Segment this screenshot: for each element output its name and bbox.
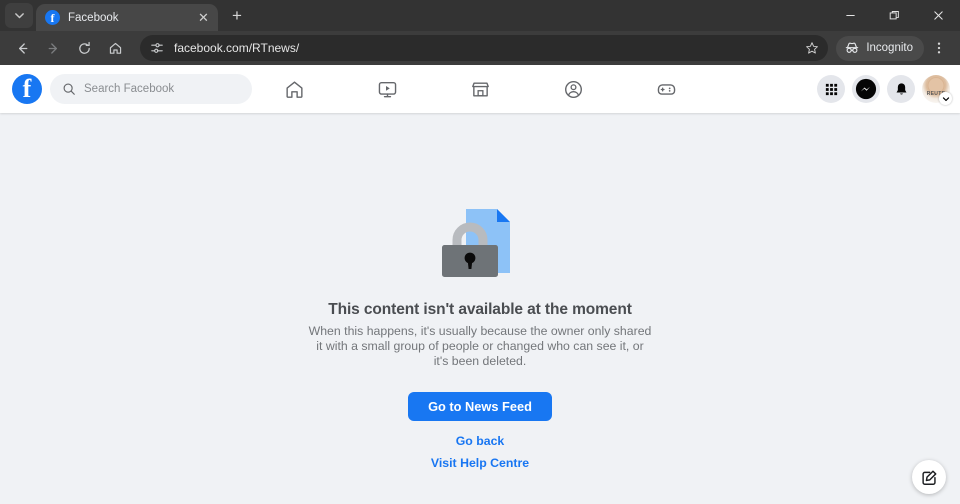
incognito-indicator[interactable]: Incognito bbox=[836, 35, 924, 61]
facebook-favicon: f bbox=[45, 10, 60, 25]
nav-item-gaming[interactable] bbox=[642, 69, 690, 109]
home-button[interactable] bbox=[101, 34, 129, 62]
tab-close-button[interactable]: ✕ bbox=[195, 9, 212, 26]
incognito-label: Incognito bbox=[866, 42, 913, 54]
nav-item-marketplace[interactable] bbox=[456, 69, 504, 109]
star-icon bbox=[806, 42, 819, 54]
close-icon bbox=[933, 11, 943, 20]
tab-search-button[interactable] bbox=[5, 3, 33, 28]
account-menu[interactable]: REUTE bbox=[922, 75, 952, 105]
compose-icon bbox=[921, 469, 936, 485]
incognito-hat-icon bbox=[846, 42, 859, 53]
visit-help-centre-link[interactable]: Visit Help Centre bbox=[431, 456, 529, 470]
menu-grid-button[interactable] bbox=[817, 75, 845, 103]
messenger-icon bbox=[855, 78, 877, 100]
new-tab-button[interactable]: + bbox=[224, 3, 250, 29]
video-icon bbox=[378, 81, 396, 97]
restore-icon bbox=[889, 10, 899, 20]
home-icon bbox=[285, 80, 303, 98]
search-placeholder: Search Facebook bbox=[84, 83, 175, 95]
facebook-logo-icon[interactable]: f bbox=[12, 74, 42, 104]
window-minimize-button[interactable] bbox=[828, 0, 872, 31]
chevron-down-icon bbox=[14, 13, 24, 19]
messenger-button[interactable] bbox=[852, 75, 880, 103]
bell-icon bbox=[896, 82, 906, 94]
locked-document-icon bbox=[435, 203, 525, 279]
window-close-button[interactable] bbox=[916, 0, 960, 31]
nav-item-home[interactable] bbox=[270, 69, 318, 109]
compose-message-button[interactable] bbox=[912, 460, 946, 494]
header-left-group: f Search Facebook bbox=[0, 74, 252, 104]
address-bar-url: facebook.com/RTnews/ bbox=[174, 41, 300, 55]
window-maximize-button[interactable] bbox=[872, 0, 916, 31]
go-to-news-feed-button[interactable]: Go to News Feed bbox=[408, 392, 552, 421]
forward-button[interactable] bbox=[39, 34, 67, 62]
browser-window: f Facebook ✕ + facebook.com/RTnews/ Inco… bbox=[0, 0, 960, 504]
arrow-right-icon bbox=[48, 42, 57, 54]
search-icon bbox=[62, 82, 76, 96]
page-title: This content isn't available at the mome… bbox=[328, 301, 632, 318]
bookmark-button[interactable] bbox=[802, 38, 822, 58]
marketplace-icon bbox=[471, 82, 489, 96]
header-nav bbox=[270, 65, 690, 113]
minimize-icon bbox=[845, 14, 855, 17]
chevron-down-icon[interactable] bbox=[939, 92, 952, 105]
nav-item-groups[interactable] bbox=[549, 69, 597, 109]
home-icon bbox=[109, 42, 121, 54]
go-back-link[interactable]: Go back bbox=[456, 434, 505, 448]
reload-icon bbox=[78, 41, 90, 54]
search-input[interactable]: Search Facebook bbox=[50, 74, 252, 104]
window-controls bbox=[828, 0, 960, 31]
back-button[interactable] bbox=[8, 34, 36, 62]
nav-item-watch[interactable] bbox=[363, 69, 411, 109]
groups-icon bbox=[564, 80, 582, 98]
grid-menu-icon bbox=[825, 83, 837, 95]
browser-menu-button[interactable] bbox=[926, 35, 952, 61]
unavailable-content: This content isn't available at the mome… bbox=[0, 113, 960, 470]
reload-button[interactable] bbox=[70, 34, 98, 62]
page-viewport: f Search Facebook REUTE This content isn… bbox=[0, 65, 960, 504]
browser-toolbar: facebook.com/RTnews/ Incognito bbox=[0, 31, 960, 65]
notifications-button[interactable] bbox=[887, 75, 915, 103]
gaming-icon bbox=[657, 83, 675, 95]
tune-icon bbox=[151, 43, 163, 53]
header-right-group: REUTE bbox=[817, 75, 960, 105]
address-bar[interactable]: facebook.com/RTnews/ bbox=[140, 35, 829, 61]
tab-title: Facebook bbox=[68, 11, 119, 24]
facebook-header: f Search Facebook REUTE bbox=[0, 65, 960, 113]
browser-tab[interactable]: f Facebook ✕ bbox=[36, 4, 218, 31]
page-description: When this happens, it's usually because … bbox=[308, 324, 652, 368]
site-settings-button[interactable] bbox=[148, 39, 166, 57]
tab-strip: f Facebook ✕ + bbox=[0, 0, 960, 31]
kebab-menu-icon bbox=[937, 42, 941, 54]
arrow-left-icon bbox=[18, 42, 27, 54]
